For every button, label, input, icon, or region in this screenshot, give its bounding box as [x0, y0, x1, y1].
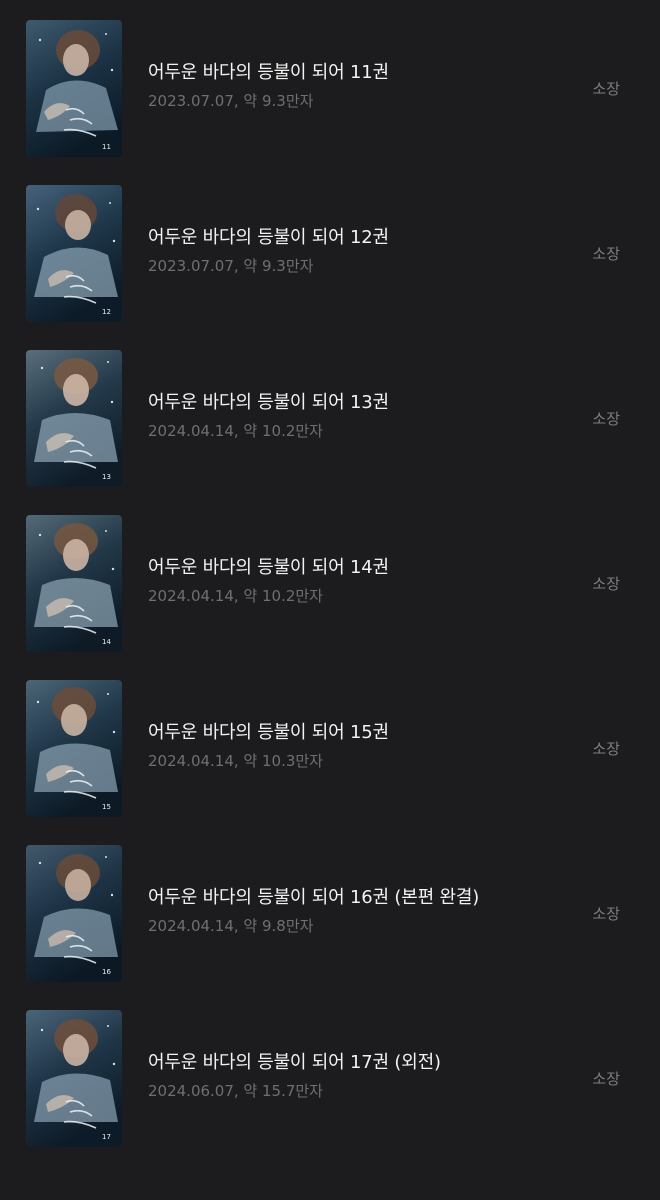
book-meta: 2024.06.07, 약 15.7만자 — [148, 1082, 323, 1100]
book-cover-image: 16 — [26, 845, 122, 982]
owned-status-badge: 소장 — [592, 80, 620, 98]
book-meta: 2024.04.14, 약 9.8만자 — [148, 917, 314, 935]
book-item-15[interactable]: 15 어두운 바다의 등불이 되어 15권 2024.04.14, 약 10.3… — [0, 660, 660, 825]
book-volume-list: 11 어두운 바다의 등불이 되어 11권 2023.07.07, 약 9.3만… — [0, 0, 660, 1200]
book-title: 어두운 바다의 등불이 되어 15권 — [148, 722, 389, 743]
cover-volume-number: 15 — [102, 803, 111, 811]
book-title: 어두운 바다의 등불이 되어 12권 — [148, 227, 389, 248]
book-item-13[interactable]: 13 어두운 바다의 등불이 되어 13권 2024.04.14, 약 10.2… — [0, 330, 660, 495]
cover-art: 15 — [26, 680, 122, 817]
cover-art: 14 — [26, 515, 122, 652]
book-meta: 2024.04.14, 약 10.3만자 — [148, 752, 323, 770]
cover-volume-number: 12 — [102, 308, 111, 316]
book-cover-image: 14 — [26, 515, 122, 652]
book-cover-image: 17 — [26, 1010, 122, 1147]
book-cover-image: 12 — [26, 185, 122, 322]
book-cover-image: 15 — [26, 680, 122, 817]
book-cover-image: 11 — [26, 20, 122, 157]
book-item-12[interactable]: 12 어두운 바다의 등불이 되어 12권 2023.07.07, 약 9.3만… — [0, 165, 660, 330]
cover-art: 16 — [26, 845, 122, 982]
cover-volume-number: 13 — [102, 473, 111, 481]
book-meta: 2023.07.07, 약 9.3만자 — [148, 257, 314, 275]
book-cover-image: 13 — [26, 350, 122, 487]
cover-art: 17 — [26, 1010, 122, 1147]
book-meta: 2023.07.07, 약 9.3만자 — [148, 92, 314, 110]
book-title: 어두운 바다의 등불이 되어 13권 — [148, 392, 389, 413]
owned-status-badge: 소장 — [592, 740, 620, 758]
owned-status-badge: 소장 — [592, 245, 620, 263]
owned-status-badge: 소장 — [592, 905, 620, 923]
cover-art: 12 — [26, 185, 122, 322]
owned-status-badge: 소장 — [592, 1070, 620, 1088]
book-title: 어두운 바다의 등불이 되어 16권 (본편 완결) — [148, 887, 480, 908]
book-item-11[interactable]: 11 어두운 바다의 등불이 되어 11권 2023.07.07, 약 9.3만… — [0, 0, 660, 165]
cover-art: 11 — [26, 20, 122, 157]
owned-status-badge: 소장 — [592, 410, 620, 428]
book-item-17[interactable]: 17 어두운 바다의 등불이 되어 17권 (외전) 2024.06.07, 약… — [0, 990, 660, 1155]
book-title: 어두운 바다의 등불이 되어 11권 — [148, 62, 389, 83]
cover-volume-number: 17 — [102, 1133, 111, 1141]
cover-volume-number: 11 — [102, 143, 111, 151]
cover-volume-number: 14 — [102, 638, 111, 646]
book-item-14[interactable]: 14 어두운 바다의 등불이 되어 14권 2024.04.14, 약 10.2… — [0, 495, 660, 660]
book-title: 어두운 바다의 등불이 되어 14권 — [148, 557, 389, 578]
book-item-16[interactable]: 16 어두운 바다의 등불이 되어 16권 (본편 완결) 2024.04.14… — [0, 825, 660, 990]
cover-volume-number: 16 — [102, 968, 111, 976]
cover-art: 13 — [26, 350, 122, 487]
book-meta: 2024.04.14, 약 10.2만자 — [148, 587, 323, 605]
book-meta: 2024.04.14, 약 10.2만자 — [148, 422, 323, 440]
owned-status-badge: 소장 — [592, 575, 620, 593]
book-title: 어두운 바다의 등불이 되어 17권 (외전) — [148, 1052, 441, 1073]
